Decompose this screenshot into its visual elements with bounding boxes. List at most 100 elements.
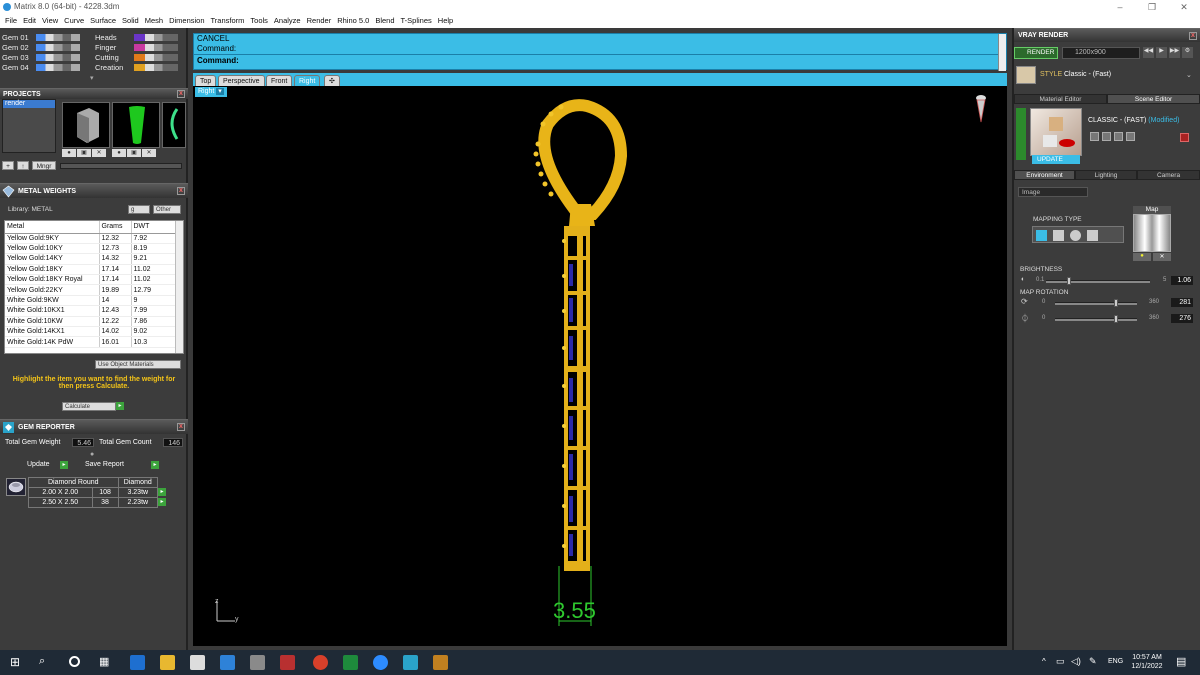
style-dropdown-icon[interactable]: ⌄ xyxy=(1186,71,1192,79)
expand-chevron-icon[interactable]: ▾ xyxy=(90,75,98,82)
mapping-flat-icon[interactable] xyxy=(1036,230,1047,241)
rhino-icon[interactable] xyxy=(250,655,265,670)
project-thumbnail[interactable] xyxy=(112,102,160,148)
layer-row[interactable]: Gem 03 xyxy=(2,53,80,62)
table-row[interactable]: Yellow Gold:18KY Royal 17.14 11.02 xyxy=(5,274,177,286)
language-indicator[interactable]: ENG xyxy=(1108,658,1123,665)
map-clear-icon[interactable]: ✕ xyxy=(1153,253,1171,261)
update-button[interactable]: ▸ xyxy=(60,461,68,469)
close-icon[interactable]: x xyxy=(177,90,185,98)
project-thumbnail[interactable] xyxy=(162,102,186,148)
tab-material-editor[interactable]: Material Editor xyxy=(1014,94,1107,104)
brightness-slider[interactable] xyxy=(1046,280,1150,283)
menu-file[interactable]: File xyxy=(2,14,20,28)
view-navigator-icon[interactable] xyxy=(976,95,986,123)
tray-chevron-icon[interactable]: ^ xyxy=(1042,657,1046,666)
volume-icon[interactable]: ◁) xyxy=(1071,656,1081,667)
menu-dimension[interactable]: Dimension xyxy=(166,14,207,28)
table-row[interactable]: White Gold:14KX1 14.02 9.02 xyxy=(5,326,177,338)
tab-camera[interactable]: Camera xyxy=(1137,170,1200,180)
thumb-button[interactable]: ▣ xyxy=(77,149,91,157)
rotation2-slider[interactable] xyxy=(1055,318,1137,321)
rotation1-value[interactable]: 281 xyxy=(1171,298,1193,307)
viewport-right[interactable]: 3.55 z y xyxy=(193,86,1007,646)
close-icon[interactable]: x xyxy=(177,423,185,431)
tab-perspective[interactable]: Perspective xyxy=(218,75,265,86)
table-row[interactable]: Yellow Gold:14KY 14.32 9.21 xyxy=(5,253,177,265)
layer-row[interactable]: Gem 01 xyxy=(2,33,80,42)
table-row[interactable]: Yellow Gold:22KY 19.89 12.79 xyxy=(5,284,177,296)
file-explorer-icon[interactable] xyxy=(160,655,175,670)
menu-blend[interactable]: Blend xyxy=(372,14,397,28)
close-icon[interactable]: x xyxy=(1189,32,1197,40)
minimize-button[interactable]: – xyxy=(1104,0,1136,14)
rotation2-slider-knob[interactable] xyxy=(1114,315,1118,323)
project-item-render[interactable]: render xyxy=(3,100,55,108)
command-prompt[interactable]: Command: xyxy=(194,54,1006,67)
table-row[interactable]: 2.50 X 2.50 38 2.23tw xyxy=(28,497,159,508)
command-scrollbar[interactable] xyxy=(998,34,1006,71)
pen-icon[interactable]: ✎ xyxy=(1089,656,1097,667)
rotation1-slider-knob[interactable] xyxy=(1114,299,1118,307)
rotation2-value[interactable]: 276 xyxy=(1171,314,1193,323)
table-row[interactable]: 2.00 X 2.00 108 3.23tw xyxy=(28,487,159,498)
menu-render[interactable]: Render xyxy=(304,14,335,28)
mapping-dome-icon[interactable] xyxy=(1087,230,1098,241)
network-icon[interactable]: ▭ xyxy=(1056,656,1065,667)
menu-tsplines[interactable]: T-Splines xyxy=(398,14,435,28)
table-row[interactable]: White Gold:9KW 14 9 xyxy=(5,295,177,307)
task-view-icon[interactable]: ▦ xyxy=(99,655,109,668)
rewind-icon[interactable]: ◀◀ xyxy=(1143,47,1154,58)
folder-icon[interactable] xyxy=(1126,132,1135,141)
preset-thumbnail[interactable] xyxy=(1030,108,1082,156)
close-icon[interactable]: x xyxy=(177,187,185,195)
thumb-button[interactable]: ● xyxy=(112,149,126,157)
thumb-button[interactable]: ✕ xyxy=(92,149,106,157)
app-gold-icon[interactable] xyxy=(433,655,448,670)
layer-row[interactable]: Heads xyxy=(95,33,178,42)
metal-table-scrollbar[interactable] xyxy=(175,221,183,353)
menu-solid[interactable]: Solid xyxy=(119,14,142,28)
layer-swatch[interactable] xyxy=(134,34,178,41)
map-load-icon[interactable]: ● xyxy=(1133,253,1151,261)
play-arrow-icon[interactable]: ▸ xyxy=(116,402,124,410)
layer-swatch[interactable] xyxy=(134,64,178,71)
play-icon[interactable]: ▶ xyxy=(1156,47,1167,58)
row-select-button[interactable]: ▸ xyxy=(158,498,166,506)
layer-row[interactable]: Creation xyxy=(95,63,178,72)
render-button[interactable]: RENDER xyxy=(1014,47,1058,59)
table-row[interactable]: White Gold:10KW 12.22 7.86 xyxy=(5,316,177,328)
viewport-label[interactable]: Right ▾ xyxy=(195,87,227,97)
unit-toggle-g[interactable]: g xyxy=(128,205,150,214)
layer-swatch[interactable] xyxy=(36,64,80,71)
menu-transform[interactable]: Transform xyxy=(208,14,248,28)
settings-icon[interactable]: ⚙ xyxy=(1182,47,1193,58)
preset-arrow-icon[interactable] xyxy=(1016,108,1026,160)
menu-tools[interactable]: Tools xyxy=(247,14,271,28)
layer-swatch[interactable] xyxy=(36,34,80,41)
brightness-value[interactable]: 1.06 xyxy=(1171,276,1193,285)
menu-surface[interactable]: Surface xyxy=(87,14,119,28)
tab-right[interactable]: Right xyxy=(294,75,321,86)
close-button[interactable]: ✕ xyxy=(1168,0,1200,14)
layer-swatch[interactable] xyxy=(36,44,80,51)
style-value[interactable]: Classic - (Fast) xyxy=(1064,71,1111,78)
tab-front[interactable]: Front xyxy=(266,75,293,86)
restore-button[interactable]: ❐ xyxy=(1136,0,1168,14)
project-thumbnail[interactable] xyxy=(62,102,110,148)
clock[interactable]: 10:57 AM 12/1/2022 xyxy=(1130,653,1164,671)
environment-select[interactable]: Image xyxy=(1018,187,1088,197)
menu-edit[interactable]: Edit xyxy=(20,14,39,28)
table-row[interactable]: Yellow Gold:18KY 17.14 11.02 xyxy=(5,264,177,276)
matrix-icon[interactable] xyxy=(403,655,418,670)
unit-toggle-other[interactable]: Other xyxy=(153,205,181,214)
table-row[interactable]: Yellow Gold:9KY 12.32 7.92 xyxy=(5,233,177,244)
layer-swatch[interactable] xyxy=(134,44,178,51)
resolution-field[interactable]: 1200x900 xyxy=(1062,47,1140,59)
use-object-materials-button[interactable]: Use Object Materials xyxy=(95,360,181,369)
table-row[interactable]: White Gold:14K PdW 16.01 10.3 xyxy=(5,336,177,348)
excel-icon[interactable] xyxy=(343,655,358,670)
menu-rhino[interactable]: Rhino 5.0 xyxy=(334,14,372,28)
notifications-icon[interactable]: ▤ xyxy=(1176,655,1186,668)
thumb-button[interactable]: ✕ xyxy=(142,149,156,157)
